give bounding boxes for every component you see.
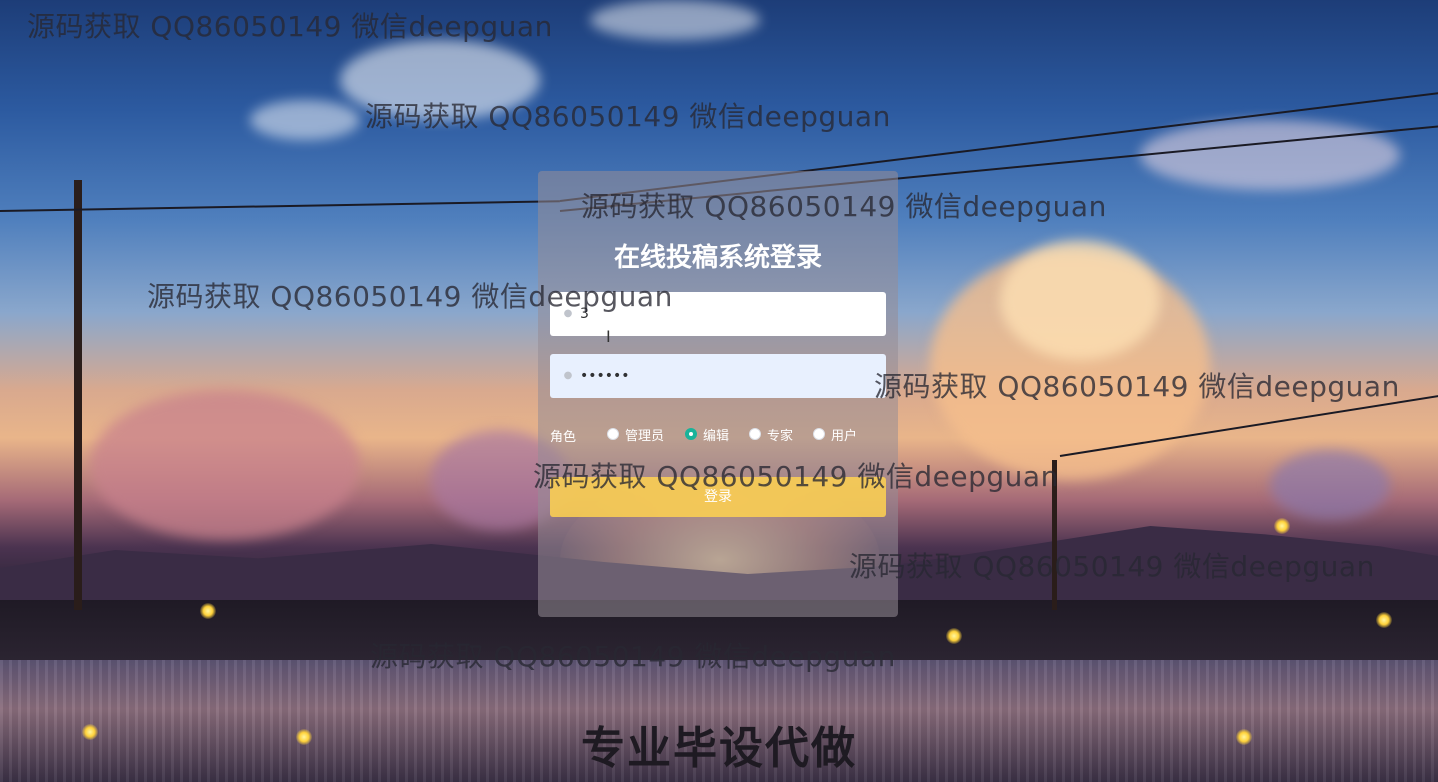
firefly: [200, 603, 216, 619]
watermark-text: 源码获取 QQ86050149 微信deepguan: [370, 640, 896, 673]
power-line: [0, 200, 560, 212]
role-selector: 角色 管理员 编辑 专家 用户: [550, 426, 886, 445]
lock-icon: ●: [563, 370, 573, 381]
text-cursor-icon: I: [606, 327, 611, 346]
cloud: [1140, 120, 1400, 190]
login-title: 在线投稿系统登录: [613, 243, 822, 273]
password-input[interactable]: ••••••: [580, 354, 876, 398]
radio-checked-icon[interactable]: [685, 428, 697, 440]
firefly: [946, 628, 962, 644]
firefly: [1376, 612, 1392, 628]
watermark-text: 源码获取 QQ86050149 微信deepguan: [581, 190, 1107, 223]
role-radio-admin[interactable]: 管理员: [607, 426, 665, 444]
radio-icon[interactable]: [813, 428, 825, 440]
watermark-text: 源码获取 QQ86050149 微信deepguan: [365, 100, 891, 133]
role-option-label: 用户: [831, 428, 858, 444]
radio-icon[interactable]: [607, 428, 619, 440]
cloud: [90, 390, 360, 540]
cloud: [590, 0, 760, 40]
radio-icon[interactable]: [749, 428, 761, 440]
role-option-label: 编辑: [703, 428, 730, 444]
cloud: [1000, 240, 1160, 360]
watermark-text: 源码获取 QQ86050149 微信deepguan: [27, 10, 553, 43]
firefly: [1274, 518, 1290, 534]
promo-banner: 专业毕设代做: [581, 723, 857, 774]
role-label: 角色: [550, 430, 577, 445]
watermark-text: 源码获取 QQ86050149 微信deepguan: [533, 460, 1059, 493]
role-radio-expert[interactable]: 专家: [749, 426, 794, 444]
watermark-text: 源码获取 QQ86050149 微信deepguan: [874, 370, 1400, 403]
login-card: 在线投稿系统登录 ● I ● •••••• 角色 管理员 编辑 专家 用户 登录: [538, 171, 898, 617]
watermark-text: 源码获取 QQ86050149 微信deepguan: [147, 280, 673, 313]
role-radio-user[interactable]: 用户: [813, 426, 858, 444]
role-option-label: 管理员: [625, 428, 665, 444]
cloud: [1270, 450, 1390, 520]
role-radio-editor[interactable]: 编辑: [685, 426, 730, 444]
password-field[interactable]: ● ••••••: [550, 354, 886, 398]
utility-pole: [74, 180, 82, 610]
watermark-text: 源码获取 QQ86050149 微信deepguan: [849, 550, 1375, 583]
cloud: [250, 100, 360, 140]
role-option-label: 专家: [767, 428, 794, 444]
